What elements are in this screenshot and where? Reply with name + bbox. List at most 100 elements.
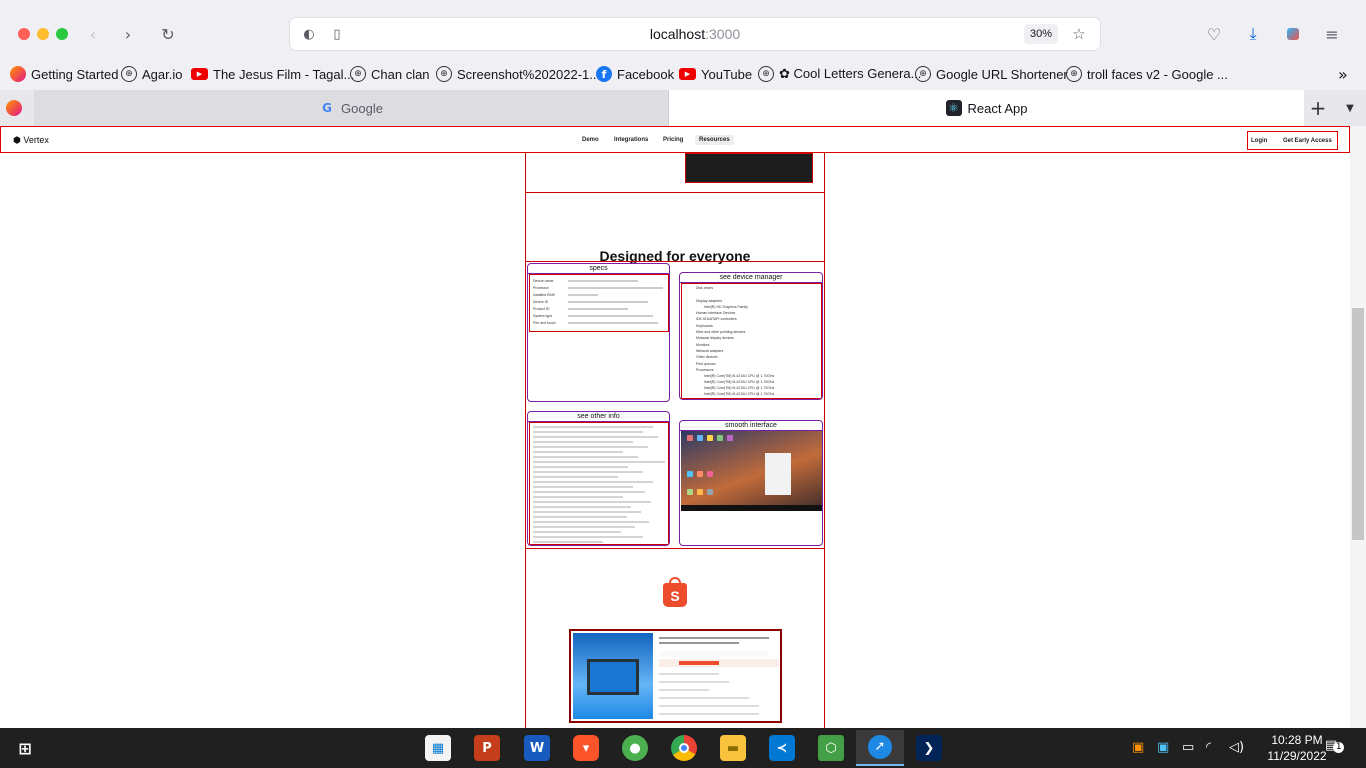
facebook-icon: f bbox=[596, 66, 612, 82]
bookmark-item[interactable]: ⊕ Chan clan bbox=[350, 64, 430, 84]
device-manager-card[interactable]: see device manager Disk drives Display a… bbox=[679, 272, 823, 400]
address-bar[interactable]: ◐ ▯ localhost:3000 30% ☆ bbox=[290, 18, 1100, 50]
app-icon bbox=[687, 489, 693, 495]
info-row bbox=[533, 531, 621, 533]
google-icon: G bbox=[322, 101, 332, 115]
nav-integrations[interactable]: Integrations bbox=[614, 137, 648, 143]
tab-react-app[interactable]: ⚛ React App bbox=[669, 90, 1304, 126]
back-icon[interactable]: ‹ bbox=[82, 23, 104, 45]
laptop-image bbox=[587, 659, 639, 695]
login-button[interactable]: Login bbox=[1251, 138, 1267, 144]
zoom-level-badge[interactable]: 30% bbox=[1023, 24, 1058, 44]
app-icon bbox=[727, 435, 733, 441]
more-bookmarks-icon[interactable]: » bbox=[1338, 64, 1348, 84]
smooth-interface-card[interactable]: smooth interface bbox=[679, 420, 823, 546]
bookmark-item[interactable]: ⊕ Google URL Shortener bbox=[915, 64, 1068, 84]
device-row: Disk drives bbox=[696, 286, 714, 290]
wifi-icon[interactable]: ◜ bbox=[1206, 740, 1211, 755]
card-title: see other info bbox=[528, 412, 669, 422]
powershell-icon[interactable]: ❯ bbox=[916, 735, 942, 761]
firefox-taskbar-button[interactable]: ➚ bbox=[856, 730, 904, 766]
shopee-bag-icon[interactable]: S bbox=[663, 583, 687, 607]
other-info-card[interactable]: see other info bbox=[527, 411, 670, 546]
info-row bbox=[533, 541, 603, 543]
bookmarks-toolbar: Getting Started ⊕ Agar.io ▶ The Jesus Film… bbox=[0, 58, 1366, 90]
product-image bbox=[573, 633, 653, 719]
brand-logo[interactable]: ⬢ Vertex bbox=[13, 135, 49, 146]
bookmark-item[interactable]: ⊕ Agar.io bbox=[121, 64, 182, 84]
app-icon bbox=[697, 471, 703, 477]
spec-label: Installed RAM bbox=[533, 293, 555, 297]
nav-demo[interactable]: Demo bbox=[582, 137, 599, 143]
bookmark-star-icon[interactable]: ☆ bbox=[1068, 23, 1090, 45]
microsoft-store-icon[interactable]: ▦ bbox=[425, 735, 451, 761]
spec-value bbox=[568, 322, 658, 324]
notifications-icon[interactable]: ▤1 bbox=[1325, 738, 1345, 753]
bookmark-item[interactable]: Getting Started bbox=[10, 64, 118, 84]
globe-icon: ⊕ bbox=[758, 66, 774, 82]
powerpoint-icon[interactable]: P bbox=[474, 735, 500, 761]
get-early-access-button[interactable]: Get Early Access bbox=[1283, 138, 1332, 144]
nodejs-icon[interactable]: ⬡ bbox=[818, 735, 844, 761]
info-row bbox=[533, 441, 633, 443]
url-text[interactable]: localhost:3000 bbox=[290, 26, 1100, 42]
app-icon bbox=[687, 435, 693, 441]
app-icon[interactable]: ● bbox=[622, 735, 648, 761]
firefox-icon bbox=[6, 100, 22, 116]
maximize-window-button[interactable] bbox=[56, 28, 68, 40]
chrome-icon[interactable] bbox=[671, 735, 697, 761]
vertical-scrollbar[interactable] bbox=[1350, 126, 1366, 728]
device-row: Keyboards bbox=[696, 324, 713, 328]
bookmark-item[interactable]: ⊕ Screenshot%202022-1... bbox=[436, 64, 600, 84]
detail-row bbox=[659, 697, 749, 699]
device-row: Other devices bbox=[696, 355, 718, 359]
bookmark-item[interactable]: ▶ YouTube bbox=[679, 64, 752, 84]
bookmark-item[interactable]: ⊕ troll faces v2 - Google ... bbox=[1066, 64, 1228, 84]
file-explorer-icon[interactable]: ▬ bbox=[720, 735, 746, 761]
info-row bbox=[533, 506, 631, 508]
tray-app-icon[interactable]: ▣ bbox=[1132, 740, 1144, 755]
vscode-icon[interactable]: ≺ bbox=[769, 735, 795, 761]
device-row: Intel(R) Core(TM) i5-4210U CPU @ 1.70GHz bbox=[704, 380, 775, 384]
pocket-icon[interactable]: ♡ bbox=[1204, 24, 1224, 44]
brave-icon[interactable]: ▾ bbox=[573, 735, 599, 761]
product-listing-screenshot[interactable] bbox=[569, 629, 782, 723]
content-column: Designed for everyone specs Device name … bbox=[525, 153, 825, 728]
extension-icon[interactable] bbox=[1283, 24, 1303, 44]
word-icon[interactable]: W bbox=[524, 735, 550, 761]
device-row: Intel(R) Core(TM) i5-4210U CPU @ 1.70GHz bbox=[704, 392, 775, 396]
system-clock[interactable]: 10:28 PM 11/29/2022 bbox=[1266, 732, 1328, 764]
bookmark-item[interactable]: ⊕ ✿ Cool Letters Genera... bbox=[758, 64, 921, 84]
price bbox=[679, 661, 719, 665]
info-row bbox=[533, 471, 643, 473]
info-row bbox=[533, 511, 641, 513]
list-tabs-icon[interactable]: ▼ bbox=[1340, 90, 1360, 126]
youtube-icon: ▶ bbox=[191, 68, 208, 80]
globe-icon: ⊕ bbox=[436, 66, 452, 82]
bookmark-item[interactable]: ▶ The Jesus Film - Tagal... bbox=[191, 64, 354, 84]
minimize-window-button[interactable] bbox=[37, 28, 49, 40]
tray-app-icon[interactable]: ▣ bbox=[1157, 740, 1169, 755]
close-window-button[interactable] bbox=[18, 28, 30, 40]
reload-icon[interactable]: ↻ bbox=[157, 23, 179, 45]
firefox-view-button[interactable] bbox=[4, 90, 30, 126]
battery-icon[interactable]: ▭ bbox=[1182, 740, 1194, 755]
spec-value bbox=[568, 287, 663, 289]
windows-start-icon[interactable]: ⊞ bbox=[12, 735, 38, 761]
specs-card[interactable]: specs Device name Processor Installed RA… bbox=[527, 263, 670, 402]
nav-pricing[interactable]: Pricing bbox=[663, 137, 683, 143]
info-row bbox=[533, 491, 645, 493]
spec-value bbox=[568, 301, 648, 303]
forward-icon[interactable]: › bbox=[117, 23, 139, 45]
menu-icon[interactable]: ≡ bbox=[1322, 24, 1342, 44]
detail-row bbox=[659, 705, 759, 707]
tab-google[interactable]: G Google bbox=[34, 90, 669, 126]
bookmark-item[interactable]: f Facebook bbox=[596, 64, 674, 84]
spec-label: Product ID bbox=[533, 307, 550, 311]
scrollbar-thumb[interactable] bbox=[1352, 308, 1364, 540]
nav-resources[interactable]: Resources bbox=[695, 135, 734, 145]
volume-icon[interactable]: ◁) bbox=[1229, 740, 1244, 755]
new-tab-button[interactable]: + bbox=[1306, 90, 1330, 126]
downloads-icon[interactable]: ⤓ bbox=[1243, 24, 1263, 44]
info-row bbox=[533, 476, 618, 478]
